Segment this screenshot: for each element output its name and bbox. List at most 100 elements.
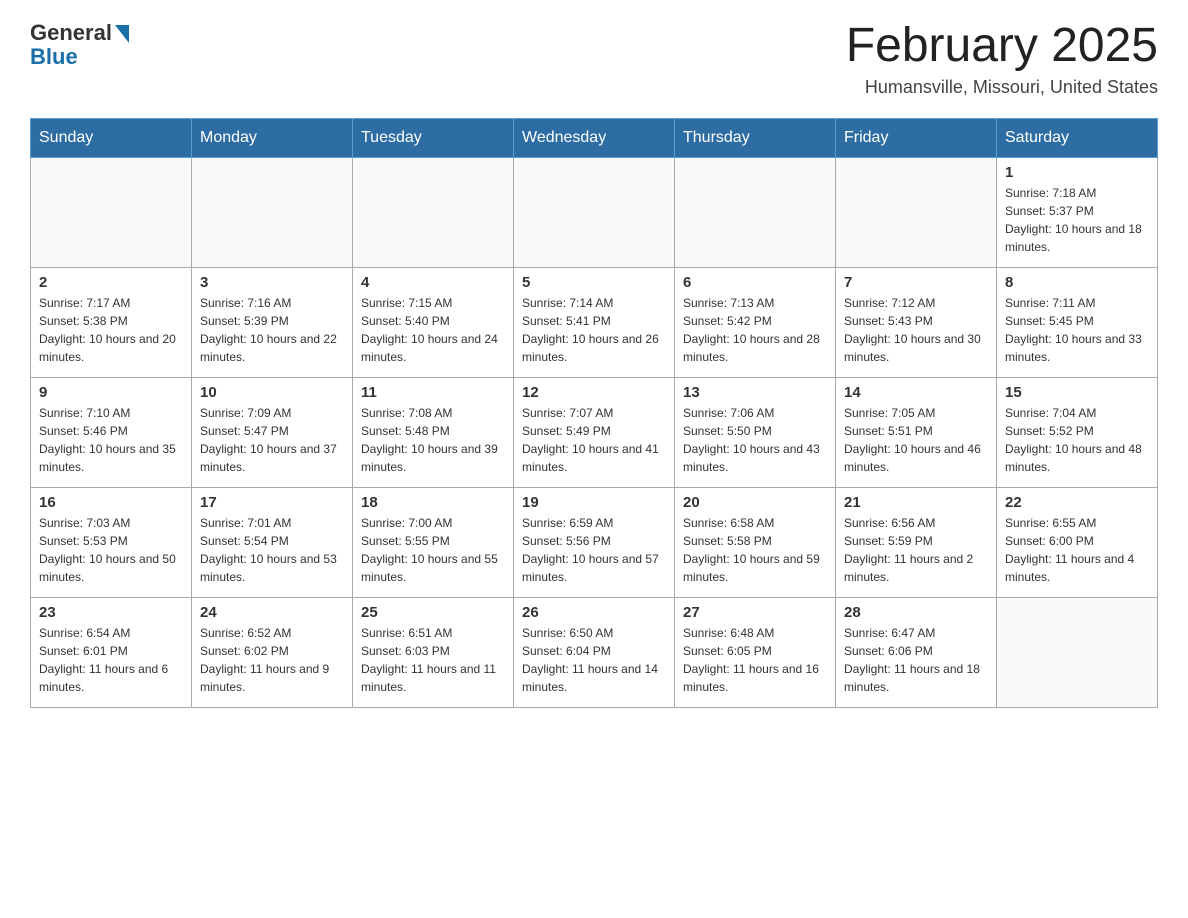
day-number: 14 [844, 384, 988, 401]
day-number: 7 [844, 274, 988, 291]
day-number: 10 [200, 384, 344, 401]
calendar-cell: 21Sunrise: 6:56 AM Sunset: 5:59 PM Dayli… [836, 487, 997, 597]
day-number: 28 [844, 604, 988, 621]
calendar-cell: 6 Sunrise: 7:13 AM Sunset: 5:42 PM Daylig… [675, 267, 836, 377]
logo-general-text: General [30, 20, 112, 46]
day-number: 1 [1005, 164, 1149, 181]
day-number: 19 [522, 494, 666, 511]
day-info: Sunrise: 7:01 AM Sunset: 5:54 PM Dayligh… [200, 516, 337, 584]
calendar-week-row: 1 Sunrise: 7:18 AM Sunset: 5:37 PM Daylig… [31, 157, 1158, 267]
calendar-cell: 12 Sunrise: 7:07 AM Sunset: 5:49 PM Dayli… [514, 377, 675, 487]
calendar-cell [836, 157, 997, 267]
location-subtitle: Humansville, Missouri, United States [846, 77, 1158, 98]
calendar-cell: 7 Sunrise: 7:12 AM Sunset: 5:43 PM Daylig… [836, 267, 997, 377]
logo: General Blue [30, 20, 129, 70]
calendar-cell: 8 Sunrise: 7:11 AM Sunset: 5:45 PM Daylig… [997, 267, 1158, 377]
day-number: 11 [361, 384, 505, 401]
day-info: Sunrise: 6:47 AM Sunset: 6:06 PM Dayligh… [844, 626, 980, 694]
calendar-cell: 11 Sunrise: 7:08 AM Sunset: 5:48 PM Dayli… [353, 377, 514, 487]
day-info: Sunrise: 7:06 AM Sunset: 5:50 PM Dayligh… [683, 406, 820, 474]
day-info: Sunrise: 6:52 AM Sunset: 6:02 PM Dayligh… [200, 626, 329, 694]
day-number: 24 [200, 604, 344, 621]
day-info: Sunrise: 7:12 AM Sunset: 5:43 PM Dayligh… [844, 296, 981, 364]
day-info: Sunrise: 7:18 AM Sunset: 5:37 PM Dayligh… [1005, 186, 1142, 254]
calendar-cell: 23Sunrise: 6:54 AM Sunset: 6:01 PM Dayli… [31, 597, 192, 707]
weekday-header-monday: Monday [192, 118, 353, 157]
calendar-cell: 15Sunrise: 7:04 AM Sunset: 5:52 PM Dayli… [997, 377, 1158, 487]
day-number: 26 [522, 604, 666, 621]
calendar-cell: 14 Sunrise: 7:05 AM Sunset: 5:51 PM Dayli… [836, 377, 997, 487]
calendar-cell [192, 157, 353, 267]
day-info: Sunrise: 7:05 AM Sunset: 5:51 PM Dayligh… [844, 406, 981, 474]
day-number: 15 [1005, 384, 1149, 401]
calendar-cell [514, 157, 675, 267]
calendar-cell: 17 Sunrise: 7:01 AM Sunset: 5:54 PM Dayli… [192, 487, 353, 597]
day-info: Sunrise: 6:58 AM Sunset: 5:58 PM Dayligh… [683, 516, 820, 584]
calendar-cell: 24 Sunrise: 6:52 AM Sunset: 6:02 PM Dayli… [192, 597, 353, 707]
day-number: 12 [522, 384, 666, 401]
calendar-cell: 18 Sunrise: 7:00 AM Sunset: 5:55 PM Dayli… [353, 487, 514, 597]
calendar-cell: 10 Sunrise: 7:09 AM Sunset: 5:47 PM Dayli… [192, 377, 353, 487]
day-info: Sunrise: 7:00 AM Sunset: 5:55 PM Dayligh… [361, 516, 498, 584]
calendar-week-row: 23Sunrise: 6:54 AM Sunset: 6:01 PM Dayli… [31, 597, 1158, 707]
day-info: Sunrise: 7:17 AM Sunset: 5:38 PM Dayligh… [39, 296, 176, 364]
day-number: 18 [361, 494, 505, 511]
day-number: 25 [361, 604, 505, 621]
weekday-header-thursday: Thursday [675, 118, 836, 157]
day-info: Sunrise: 6:56 AM Sunset: 5:59 PM Dayligh… [844, 516, 973, 584]
day-info: Sunrise: 7:11 AM Sunset: 5:45 PM Dayligh… [1005, 296, 1142, 364]
day-info: Sunrise: 6:59 AM Sunset: 5:56 PM Dayligh… [522, 516, 659, 584]
month-title: February 2025 [846, 20, 1158, 73]
calendar-week-row: 9 Sunrise: 7:10 AM Sunset: 5:46 PM Daylig… [31, 377, 1158, 487]
calendar-cell [353, 157, 514, 267]
day-number: 4 [361, 274, 505, 291]
calendar-cell: 22 Sunrise: 6:55 AM Sunset: 6:00 PM Dayli… [997, 487, 1158, 597]
calendar-cell: 5 Sunrise: 7:14 AM Sunset: 5:41 PM Daylig… [514, 267, 675, 377]
day-info: Sunrise: 7:10 AM Sunset: 5:46 PM Dayligh… [39, 406, 176, 474]
day-number: 3 [200, 274, 344, 291]
weekday-header-friday: Friday [836, 118, 997, 157]
weekday-header-row: SundayMondayTuesdayWednesdayThursdayFrid… [31, 118, 1158, 157]
page-header: General Blue February 2025 Humansville, … [30, 20, 1158, 98]
day-info: Sunrise: 6:50 AM Sunset: 6:04 PM Dayligh… [522, 626, 658, 694]
day-number: 5 [522, 274, 666, 291]
calendar-cell: 3 Sunrise: 7:16 AM Sunset: 5:39 PM Daylig… [192, 267, 353, 377]
day-number: 9 [39, 384, 183, 401]
day-info: Sunrise: 6:55 AM Sunset: 6:00 PM Dayligh… [1005, 516, 1134, 584]
title-block: February 2025 Humansville, Missouri, Uni… [846, 20, 1158, 98]
calendar-cell: 26 Sunrise: 6:50 AM Sunset: 6:04 PM Dayli… [514, 597, 675, 707]
day-info: Sunrise: 7:14 AM Sunset: 5:41 PM Dayligh… [522, 296, 659, 364]
day-number: 2 [39, 274, 183, 291]
day-number: 23 [39, 604, 183, 621]
day-number: 22 [1005, 494, 1149, 511]
calendar-week-row: 2 Sunrise: 7:17 AM Sunset: 5:38 PM Daylig… [31, 267, 1158, 377]
weekday-header-tuesday: Tuesday [353, 118, 514, 157]
day-info: Sunrise: 7:15 AM Sunset: 5:40 PM Dayligh… [361, 296, 498, 364]
day-number: 8 [1005, 274, 1149, 291]
day-info: Sunrise: 6:51 AM Sunset: 6:03 PM Dayligh… [361, 626, 496, 694]
calendar-cell: 16 Sunrise: 7:03 AM Sunset: 5:53 PM Dayli… [31, 487, 192, 597]
day-info: Sunrise: 7:09 AM Sunset: 5:47 PM Dayligh… [200, 406, 337, 474]
day-number: 6 [683, 274, 827, 291]
day-number: 16 [39, 494, 183, 511]
calendar-cell: 27Sunrise: 6:48 AM Sunset: 6:05 PM Dayli… [675, 597, 836, 707]
weekday-header-saturday: Saturday [997, 118, 1158, 157]
calendar-cell [997, 597, 1158, 707]
day-info: Sunrise: 6:48 AM Sunset: 6:05 PM Dayligh… [683, 626, 819, 694]
weekday-header-wednesday: Wednesday [514, 118, 675, 157]
calendar-cell: 19 Sunrise: 6:59 AM Sunset: 5:56 PM Dayli… [514, 487, 675, 597]
calendar-table: SundayMondayTuesdayWednesdayThursdayFrid… [30, 118, 1158, 708]
calendar-cell [675, 157, 836, 267]
calendar-cell: 2 Sunrise: 7:17 AM Sunset: 5:38 PM Daylig… [31, 267, 192, 377]
day-number: 13 [683, 384, 827, 401]
calendar-cell: 28 Sunrise: 6:47 AM Sunset: 6:06 PM Dayli… [836, 597, 997, 707]
calendar-week-row: 16 Sunrise: 7:03 AM Sunset: 5:53 PM Dayli… [31, 487, 1158, 597]
day-info: Sunrise: 7:08 AM Sunset: 5:48 PM Dayligh… [361, 406, 498, 474]
calendar-cell: 9 Sunrise: 7:10 AM Sunset: 5:46 PM Daylig… [31, 377, 192, 487]
day-info: Sunrise: 7:03 AM Sunset: 5:53 PM Dayligh… [39, 516, 176, 584]
calendar-cell [31, 157, 192, 267]
day-info: Sunrise: 7:13 AM Sunset: 5:42 PM Dayligh… [683, 296, 820, 364]
day-info: Sunrise: 7:07 AM Sunset: 5:49 PM Dayligh… [522, 406, 659, 474]
day-number: 17 [200, 494, 344, 511]
day-info: Sunrise: 7:16 AM Sunset: 5:39 PM Dayligh… [200, 296, 337, 364]
